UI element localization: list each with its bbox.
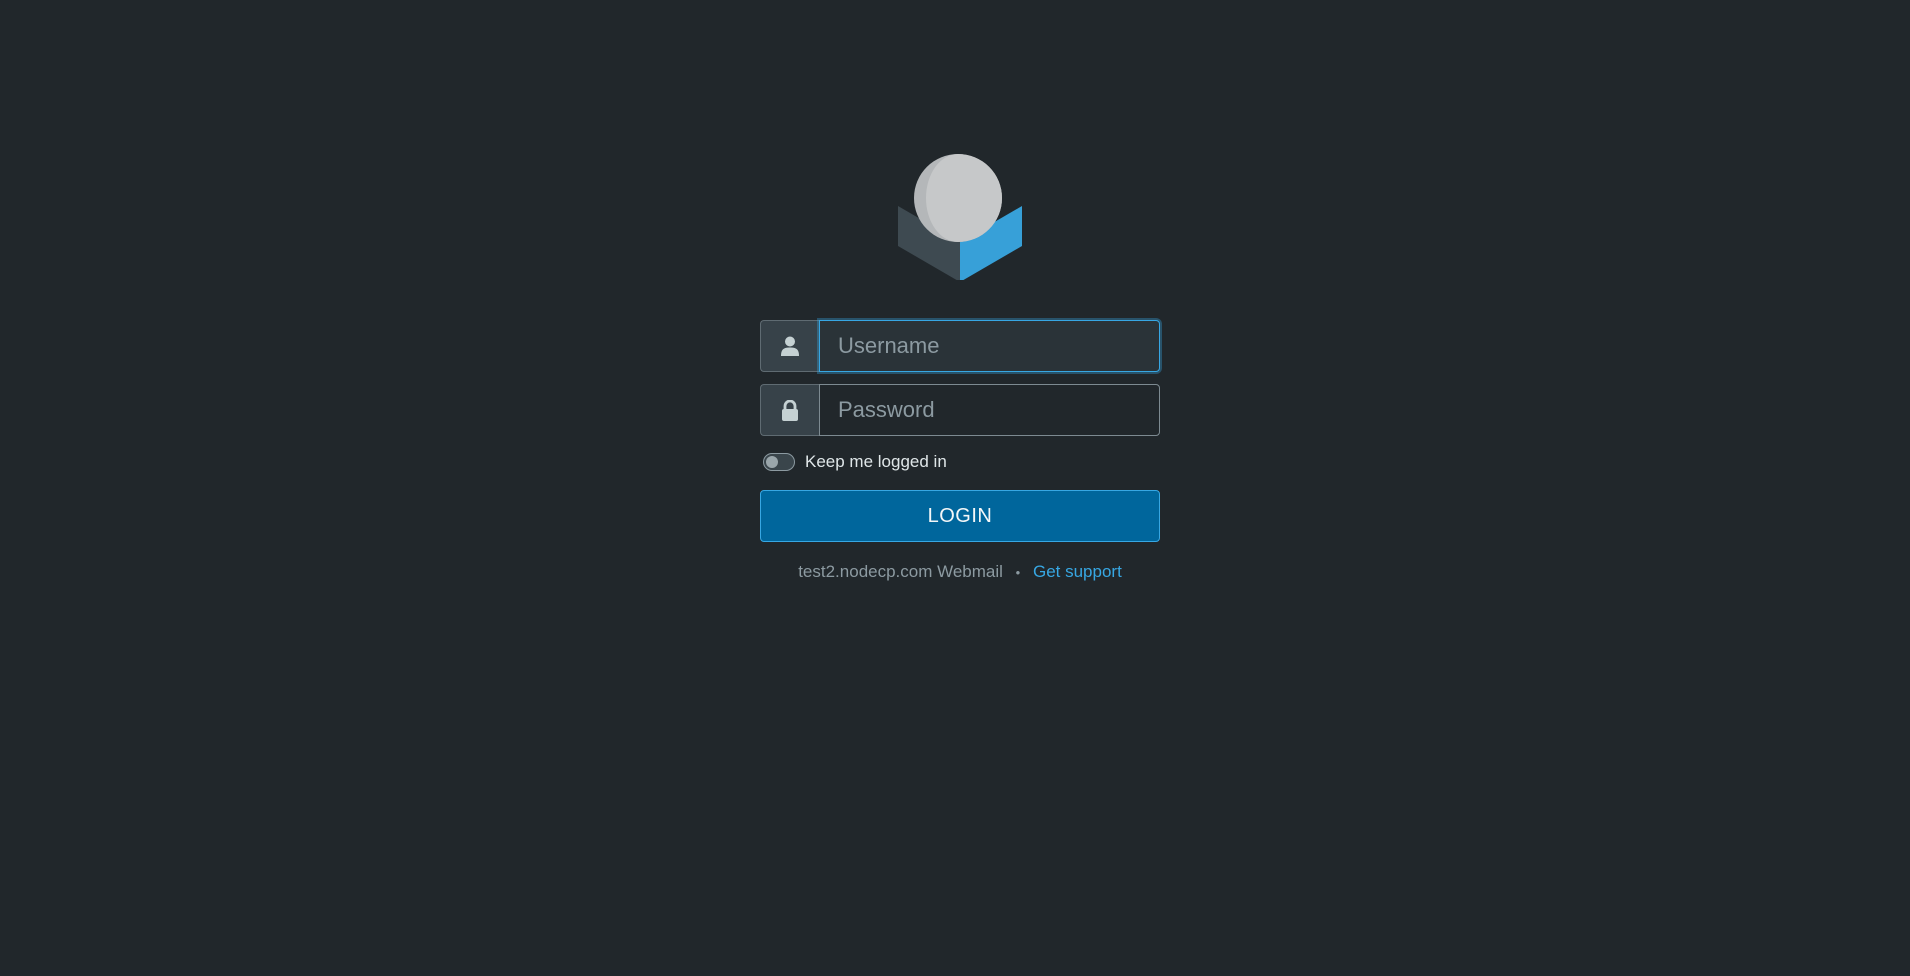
remember-me-toggle[interactable] bbox=[763, 453, 795, 471]
footer: test2.nodecp.com Webmail • Get support bbox=[760, 562, 1160, 582]
footer-separator: • bbox=[1015, 565, 1021, 580]
user-icon bbox=[760, 320, 819, 372]
username-group bbox=[760, 320, 1160, 372]
product-name: test2.nodecp.com Webmail bbox=[798, 562, 1003, 581]
username-input[interactable] bbox=[819, 320, 1160, 372]
login-page: Keep me logged in LOGIN test2.nodecp.com… bbox=[0, 0, 1910, 976]
toggle-knob bbox=[766, 456, 778, 468]
password-group bbox=[760, 384, 1160, 436]
roundcube-logo bbox=[898, 154, 1022, 280]
login-form: Keep me logged in LOGIN test2.nodecp.com… bbox=[760, 320, 1160, 582]
remember-me-row: Keep me logged in bbox=[760, 448, 1160, 476]
remember-me-label[interactable]: Keep me logged in bbox=[805, 452, 947, 472]
lock-icon bbox=[760, 384, 819, 436]
login-button[interactable]: LOGIN bbox=[760, 490, 1160, 542]
password-input[interactable] bbox=[819, 384, 1160, 436]
get-support-link[interactable]: Get support bbox=[1033, 562, 1122, 581]
